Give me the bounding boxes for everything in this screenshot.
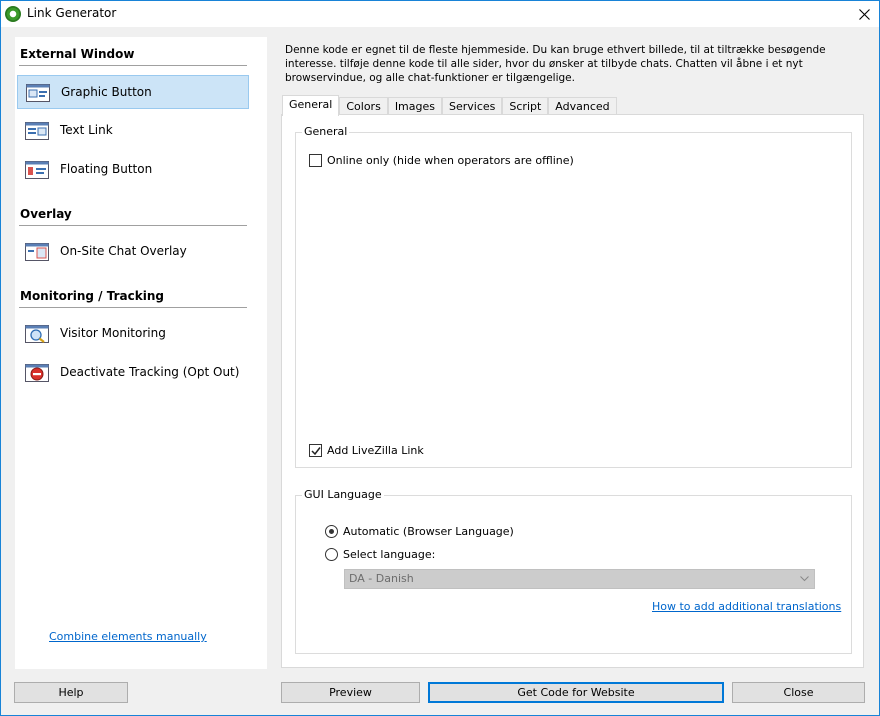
window-close-button[interactable] — [849, 1, 879, 27]
automatic-language-radio[interactable] — [325, 525, 338, 538]
add-translations-link[interactable]: How to add additional translations — [652, 600, 841, 613]
floating-button-icon — [25, 161, 49, 179]
section-overlay: Overlay — [20, 207, 72, 221]
sidebar-item-visitor-monitoring[interactable]: Visitor Monitoring — [17, 317, 249, 351]
tab-general[interactable]: General — [282, 95, 340, 116]
automatic-language-label: Automatic (Browser Language) — [343, 525, 514, 538]
sidebar-item-floating-button[interactable]: Floating Button — [17, 153, 249, 187]
online-only-label: Online only (hide when operators are off… — [327, 154, 574, 167]
sidebar-item-label: Graphic Button — [61, 85, 152, 99]
add-livezilla-link-checkbox[interactable] — [309, 444, 322, 457]
sidebar-item-text-link[interactable]: Text Link — [17, 114, 249, 148]
section-external-window: External Window — [20, 47, 135, 61]
gui-language-group: GUI Language Automatic (Browser Language… — [295, 488, 852, 654]
window-title: Link Generator — [27, 6, 117, 20]
element-type-panel: External Window Graphic Button Text Link — [15, 37, 267, 669]
gui-language-group-title: GUI Language — [302, 488, 384, 501]
sidebar-item-label: Floating Button — [60, 162, 153, 176]
graphic-button-icon — [26, 84, 50, 102]
title-bar: Link Generator — [1, 1, 879, 27]
element-description: Denne kode er egnet til de fleste hjemme… — [285, 44, 826, 84]
sidebar-item-deactivate-tracking[interactable]: Deactivate Tracking (Opt Out) — [17, 356, 249, 390]
sidebar-item-chat-overlay[interactable]: On-Site Chat Overlay — [17, 235, 249, 269]
preview-button[interactable]: Preview — [281, 682, 420, 703]
visitor-monitoring-icon — [25, 325, 49, 343]
select-language-radio[interactable] — [325, 548, 338, 561]
close-icon — [858, 8, 870, 20]
tab-bar: General Colors Images Services Script Ad… — [282, 95, 617, 116]
section-monitoring-tracking: Monitoring / Tracking — [20, 289, 164, 303]
help-button[interactable]: Help — [14, 682, 128, 703]
general-tab-panel: General Online only (hide when operators… — [281, 114, 864, 668]
combine-elements-link[interactable]: Combine elements manually — [49, 630, 207, 643]
sidebar-item-label: Visitor Monitoring — [60, 326, 166, 340]
livezilla-app-icon — [5, 6, 21, 22]
language-select-value: DA - Danish — [349, 572, 414, 585]
close-button[interactable]: Close — [732, 682, 865, 703]
sidebar-item-label: Deactivate Tracking (Opt Out) — [60, 365, 240, 379]
section-divider — [19, 65, 247, 66]
text-link-icon — [25, 122, 49, 140]
general-group: General Online only (hide when operators… — [295, 125, 852, 468]
add-livezilla-link-label: Add LiveZilla Link — [327, 444, 424, 457]
language-select[interactable]: DA - Danish — [344, 569, 815, 589]
get-code-button[interactable]: Get Code for Website — [428, 682, 724, 703]
radio-selected-dot — [329, 529, 334, 534]
chat-overlay-icon — [25, 243, 49, 261]
section-divider — [19, 225, 247, 226]
deactivate-tracking-icon — [25, 364, 49, 382]
general-group-title: General — [302, 125, 350, 138]
checkmark-icon — [311, 447, 321, 456]
sidebar-item-label: On-Site Chat Overlay — [60, 244, 187, 258]
online-only-checkbox[interactable] — [309, 154, 322, 167]
link-generator-window: Link Generator External Window Graphic B… — [0, 0, 880, 716]
select-language-label: Select language: — [343, 548, 436, 561]
sidebar-item-graphic-button[interactable]: Graphic Button — [17, 75, 249, 109]
chevron-down-icon — [800, 576, 809, 582]
section-divider — [19, 307, 247, 308]
sidebar-item-label: Text Link — [60, 123, 113, 137]
